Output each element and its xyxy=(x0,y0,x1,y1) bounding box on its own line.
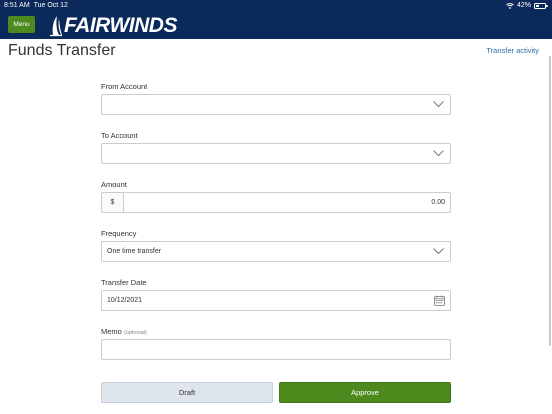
menu-button[interactable]: Menu xyxy=(8,16,35,33)
frequency-label: Frequency xyxy=(101,229,137,238)
from-account-select[interactable] xyxy=(101,94,451,115)
to-account-label: To Account xyxy=(101,131,138,140)
battery-percent: 42% xyxy=(516,2,531,9)
chevron-down-icon xyxy=(433,248,444,255)
fairwinds-logo[interactable]: FAIRWINDS xyxy=(49,14,177,37)
scrollbar[interactable] xyxy=(549,56,551,346)
battery-fill xyxy=(536,4,540,7)
calendar-icon[interactable] xyxy=(434,295,445,306)
frequency-select[interactable]: One time transfer xyxy=(101,241,451,262)
frequency-value: One time transfer xyxy=(107,248,162,255)
to-account-select[interactable] xyxy=(101,143,451,164)
approve-button[interactable]: Approve xyxy=(279,382,451,403)
from-account-label: From Account xyxy=(101,82,148,91)
transfer-date-label: Transfer Date xyxy=(101,278,147,287)
transfer-activity-link[interactable]: Transfer activity xyxy=(486,46,539,55)
app-header: Menu FAIRWINDS xyxy=(0,12,552,39)
status-bar: 8:51 AM Tue Oct 12 42% xyxy=(0,0,552,12)
draft-button[interactable]: Draft xyxy=(101,382,273,403)
amount-input[interactable]: $ 0.00 xyxy=(101,192,451,213)
status-date: Tue Oct 12 xyxy=(33,2,68,9)
memo-label-text: Memo xyxy=(101,327,122,336)
amount-label: Amount xyxy=(101,180,127,189)
memo-input[interactable] xyxy=(101,339,451,360)
status-time-date: 8:51 AM Tue Oct 12 xyxy=(4,2,68,9)
amount-value: 0.00 xyxy=(431,199,445,206)
chevron-down-icon xyxy=(433,150,444,157)
page-title: Funds Transfer xyxy=(8,42,116,59)
wifi-icon xyxy=(506,2,514,9)
transfer-date-value: 10/12/2021 xyxy=(107,297,143,304)
logo-wordmark: FAIRWINDS xyxy=(64,13,177,37)
battery-icon xyxy=(534,2,548,9)
chevron-down-icon xyxy=(433,101,444,108)
status-indicators: 42% xyxy=(506,2,548,9)
memo-optional-hint: (optional) xyxy=(123,330,147,336)
memo-label: Memo (optional) xyxy=(101,327,147,336)
transfer-date-input[interactable]: 10/12/2021 xyxy=(101,290,451,311)
sail-logo-icon xyxy=(50,15,62,36)
status-time: 8:51 AM xyxy=(4,2,30,9)
currency-prefix: $ xyxy=(102,193,124,212)
